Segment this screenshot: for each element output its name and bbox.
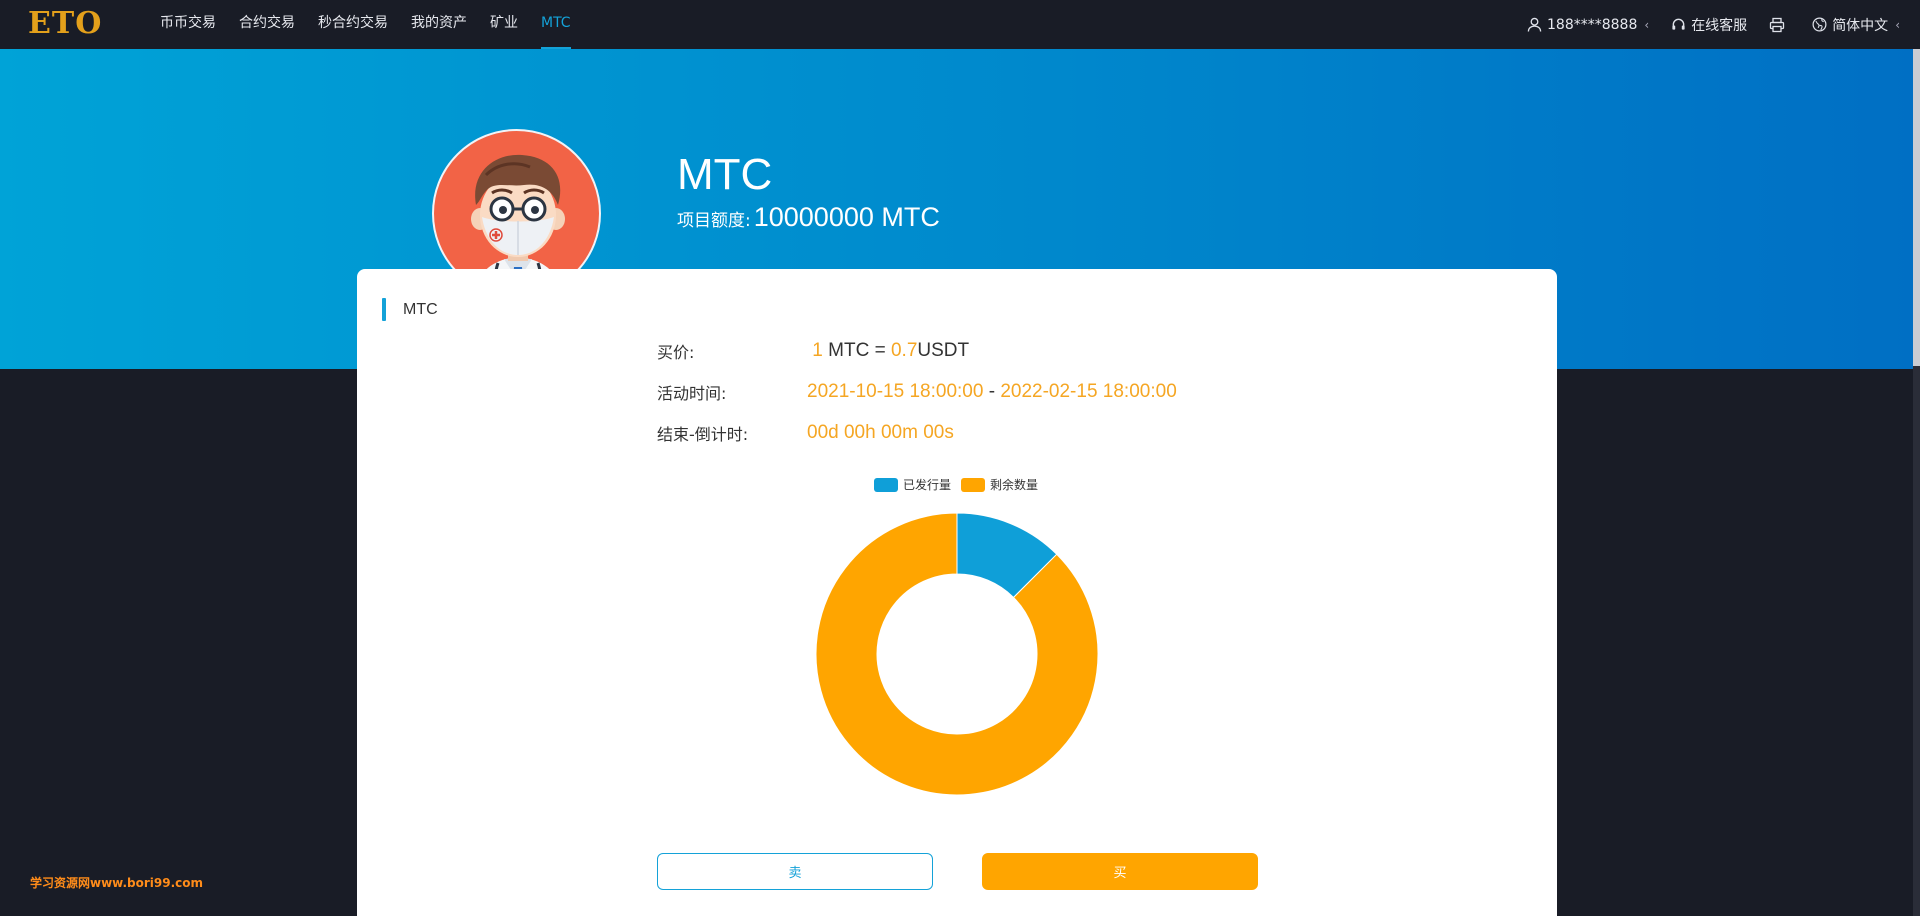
- quota-label: 项目额度:: [677, 211, 751, 231]
- chart-legend: 已发行量 剩余数量: [874, 476, 1048, 493]
- price-row: 买价: 1 MTC = 0.7USDT: [657, 339, 969, 363]
- legend-item-remaining[interactable]: 剩余数量: [961, 476, 1038, 493]
- legend-swatch-remaining: [961, 477, 986, 492]
- globe-icon: [1812, 17, 1827, 32]
- countdown-value: 00d 00h 00m 00s: [807, 422, 954, 443]
- logo[interactable]: ETO: [28, 9, 102, 39]
- header-right: 188****8888 ‹ 在线客服 简体中文 ‹: [1505, 0, 1900, 49]
- legend-item-issued[interactable]: 已发行量: [874, 476, 951, 493]
- project-title: MTC: [677, 150, 773, 199]
- download-app-button[interactable]: [1769, 17, 1790, 33]
- logo-text: ETO: [28, 6, 103, 41]
- price-equals: =: [874, 340, 886, 361]
- price-unit: MTC: [828, 340, 870, 361]
- time-value: 2021-10-15 18:00:00 - 2022-02-15 18:00:0…: [807, 381, 1177, 403]
- countdown-label: 结束-倒计时:: [657, 425, 749, 444]
- accent-bar: [382, 298, 386, 321]
- time-end: 2022-02-15 18:00:00: [1000, 381, 1177, 402]
- nav-item-mining[interactable]: 矿业: [490, 0, 518, 49]
- user-icon: [1527, 17, 1542, 32]
- top-nav: ETO 币币交易 合约交易 秒合约交易 我的资产 矿业 MTC 188****8…: [0, 0, 1920, 49]
- nav-item-spot[interactable]: 币币交易: [160, 0, 216, 49]
- user-phone: 188****8888: [1547, 16, 1638, 33]
- scrollbar-thumb[interactable]: [1913, 49, 1920, 366]
- card-title: MTC: [403, 300, 438, 318]
- subscription-card: MTC 买价: 1 MTC = 0.7USDT 活动时间: 2021-10-15…: [357, 269, 1557, 916]
- supply-donut-chart: [815, 512, 1099, 796]
- time-start: 2021-10-15 18:00:00: [807, 381, 984, 402]
- nav-item-mtc[interactable]: MTC: [541, 0, 571, 49]
- nav-item-assets[interactable]: 我的资产: [411, 0, 467, 49]
- quota-value: 10000000 MTC: [753, 202, 940, 232]
- time-row: 活动时间: 2021-10-15 18:00:00 - 2022-02-15 1…: [657, 380, 1177, 404]
- countdown-row: 结束-倒计时: 00d 00h 00m 00s: [657, 421, 954, 445]
- headset-icon: [1672, 18, 1685, 30]
- time-label: 活动时间:: [657, 384, 727, 403]
- legend-label-issued: 已发行量: [903, 478, 952, 492]
- price-currency: USDT: [917, 340, 970, 361]
- chevron-left-icon: ‹: [1895, 17, 1900, 32]
- printer-icon: [1770, 17, 1785, 32]
- nav-item-contract[interactable]: 合约交易: [239, 0, 295, 49]
- time-separator: -: [988, 381, 996, 402]
- nav-item-second-contract[interactable]: 秒合约交易: [318, 0, 388, 49]
- language-label: 简体中文: [1832, 17, 1889, 34]
- online-service-label: 在线客服: [1691, 17, 1748, 34]
- legend-swatch-issued: [874, 477, 898, 492]
- donut-slice-remaining[interactable]: [815, 512, 1099, 796]
- sell-button[interactable]: 卖: [657, 853, 933, 890]
- price-label: 买价:: [657, 343, 695, 362]
- main-nav: 币币交易 合约交易 秒合约交易 我的资产 矿业 MTC: [160, 0, 594, 49]
- buy-button[interactable]: 买: [982, 853, 1258, 890]
- card-header: MTC: [382, 298, 438, 321]
- watermark-text: 学习资源网www.bori99.com: [30, 876, 204, 890]
- chevron-left-icon: ‹: [1644, 17, 1650, 32]
- online-service-link[interactable]: 在线客服: [1671, 15, 1747, 35]
- price-amount: 1: [812, 340, 823, 361]
- price-rate: 0.7: [890, 340, 918, 361]
- language-selector[interactable]: 简体中文 ‹: [1812, 15, 1900, 35]
- project-quota: 项目额度: 10000000 MTC: [677, 202, 940, 233]
- user-menu[interactable]: 188****8888 ‹: [1527, 17, 1649, 33]
- price-value: 1 MTC = 0.7USDT: [807, 340, 969, 362]
- legend-label-remaining: 剩余数量: [990, 478, 1039, 492]
